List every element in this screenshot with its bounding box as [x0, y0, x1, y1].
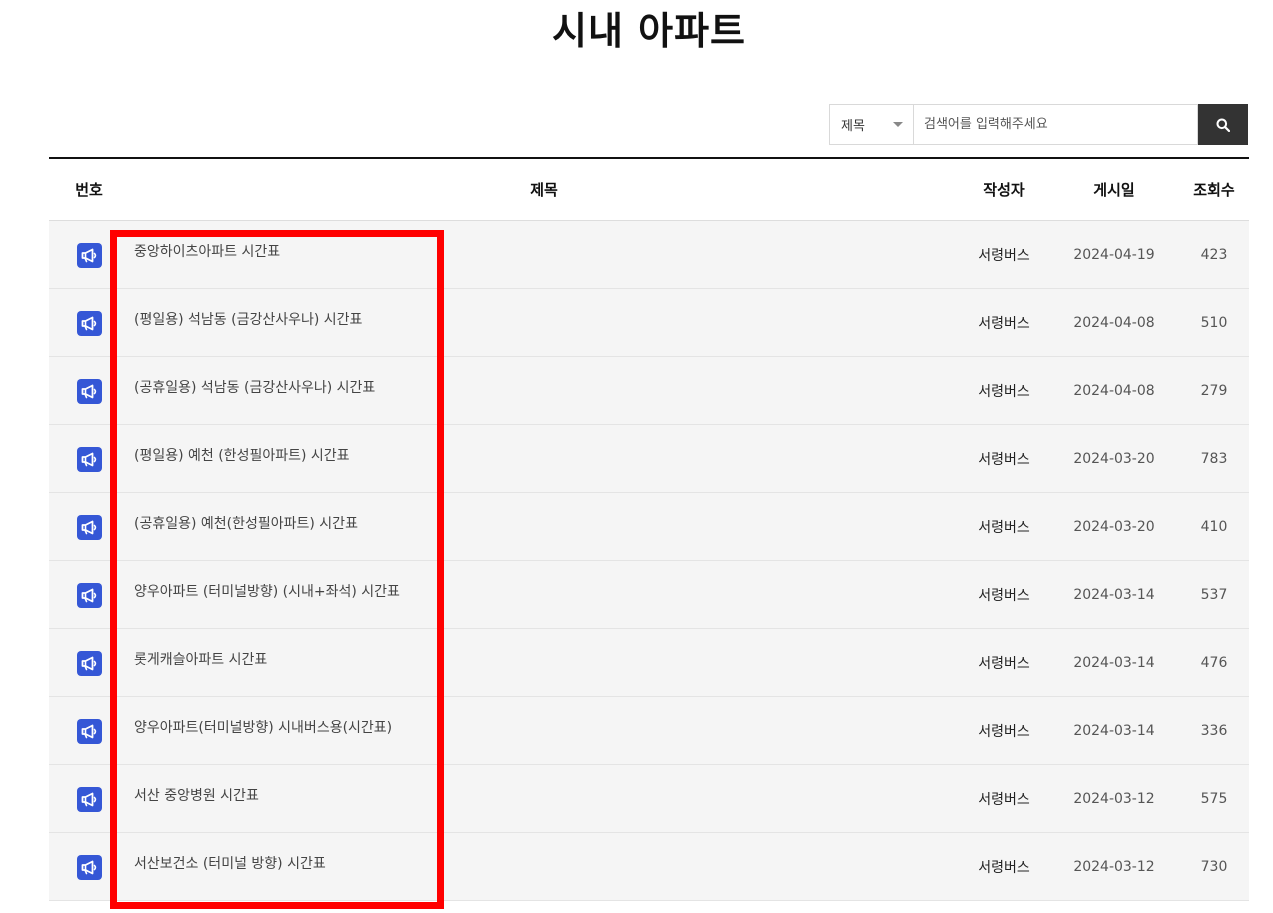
caret-down-icon [893, 122, 903, 127]
table-row: 롯게캐슬아파트 시간표 서령버스 2024-03-14 476 [49, 629, 1249, 697]
row-date: 2024-03-14 [1073, 722, 1155, 739]
search-input[interactable] [914, 104, 1198, 145]
table-row: 서산 중앙병원 시간표 서령버스 2024-03-12 575 [49, 765, 1249, 833]
notice-megaphone-icon [76, 379, 102, 404]
row-title-link[interactable]: 서산보건소 (터미널 방향) 시간표 [129, 833, 959, 900]
search-button[interactable] [1198, 104, 1248, 145]
row-title-link[interactable]: 롯게캐슬아파트 시간표 [129, 629, 959, 696]
row-date: 2024-04-19 [1073, 246, 1155, 263]
table-row: 양우아파트 (터미널방향) (시내+좌석) 시간표 서령버스 2024-03-1… [49, 561, 1249, 629]
table-row: (공휴일용) 석남동 (금강산사우나) 시간표 서령버스 2024-04-08 … [49, 357, 1249, 425]
row-author: 서령버스 [978, 723, 1030, 740]
megaphone-icon [81, 724, 96, 739]
row-views: 783 [1200, 450, 1228, 467]
board-table: 번호 제목 작성자 게시일 조회수 중앙하이츠아파트 시간표 서령버스 2024… [49, 157, 1249, 901]
row-date: 2024-04-08 [1073, 382, 1155, 399]
row-number-cell [49, 493, 129, 560]
row-title-link[interactable]: (평일용) 석남동 (금강산사우나) 시간표 [129, 289, 959, 356]
search-bar: 제목 [829, 104, 1248, 145]
row-date: 2024-03-12 [1073, 790, 1155, 807]
row-date: 2024-03-14 [1073, 586, 1155, 603]
megaphone-icon [81, 520, 96, 535]
notice-megaphone-icon [76, 787, 102, 812]
row-number-cell [49, 357, 129, 424]
row-title-link[interactable]: (공휴일용) 예천(한성필아파트) 시간표 [129, 493, 959, 560]
row-title-link[interactable]: 양우아파트(터미널방향) 시내버스용(시간표) [129, 697, 959, 764]
header-views: 조회수 [1193, 181, 1235, 199]
row-number-cell [49, 629, 129, 696]
table-row: (평일용) 석남동 (금강산사우나) 시간표 서령버스 2024-04-08 5… [49, 289, 1249, 357]
header-author: 작성자 [983, 181, 1025, 199]
row-number-cell [49, 425, 129, 492]
row-date: 2024-03-14 [1073, 654, 1155, 671]
row-title-link[interactable]: (공휴일용) 석남동 (금강산사우나) 시간표 [129, 357, 959, 424]
row-views: 279 [1200, 382, 1228, 399]
header-date: 게시일 [1093, 181, 1135, 199]
row-author: 서령버스 [978, 791, 1030, 808]
table-row: (공휴일용) 예천(한성필아파트) 시간표 서령버스 2024-03-20 41… [49, 493, 1249, 561]
row-title-link[interactable]: 서산 중앙병원 시간표 [129, 765, 959, 832]
row-title-link[interactable]: 중앙하이츠아파트 시간표 [129, 221, 959, 288]
row-author: 서령버스 [978, 451, 1030, 468]
table-row: 서산보건소 (터미널 방향) 시간표 서령버스 2024-03-12 730 [49, 833, 1249, 901]
row-date: 2024-04-08 [1073, 314, 1155, 331]
search-field-select[interactable]: 제목 [829, 104, 914, 145]
table-row: 중앙하이츠아파트 시간표 서령버스 2024-04-19 423 [49, 221, 1249, 289]
megaphone-icon [81, 656, 96, 671]
megaphone-icon [81, 248, 96, 263]
megaphone-icon [81, 792, 96, 807]
search-icon [1216, 118, 1230, 132]
megaphone-icon [81, 316, 96, 331]
row-author: 서령버스 [978, 383, 1030, 400]
row-number-cell [49, 561, 129, 628]
row-date: 2024-03-12 [1073, 858, 1155, 875]
row-number-cell [49, 765, 129, 832]
row-date: 2024-03-20 [1073, 518, 1155, 535]
row-author: 서령버스 [978, 655, 1030, 672]
row-author: 서령버스 [978, 315, 1030, 332]
row-title-link[interactable]: (평일용) 예천 (한성필아파트) 시간표 [129, 425, 959, 492]
megaphone-icon [81, 860, 96, 875]
table-body: 중앙하이츠아파트 시간표 서령버스 2024-04-19 423 (평일용) 석… [49, 221, 1249, 901]
row-views: 730 [1200, 858, 1228, 875]
table-header: 번호 제목 작성자 게시일 조회수 [49, 159, 1249, 221]
row-views: 336 [1200, 722, 1228, 739]
notice-megaphone-icon [76, 719, 102, 744]
notice-megaphone-icon [76, 447, 102, 472]
row-views: 510 [1200, 314, 1228, 331]
row-views: 575 [1200, 790, 1228, 807]
notice-megaphone-icon [76, 515, 102, 540]
row-number-cell [49, 221, 129, 288]
header-title: 제목 [530, 181, 558, 199]
page: 시내 아파트 제목 번호 제목 작성자 게시일 조회수 [0, 0, 1273, 913]
notice-megaphone-icon [76, 311, 102, 336]
search-field-select-value: 제목 [841, 119, 865, 134]
row-number-cell [49, 289, 129, 356]
row-date: 2024-03-20 [1073, 450, 1155, 467]
row-number-cell [49, 697, 129, 764]
row-views: 423 [1200, 246, 1228, 263]
row-author: 서령버스 [978, 519, 1030, 536]
row-views: 410 [1200, 518, 1228, 535]
row-title-link[interactable]: 양우아파트 (터미널방향) (시내+좌석) 시간표 [129, 561, 959, 628]
header-number: 번호 [75, 181, 103, 199]
megaphone-icon [81, 452, 96, 467]
row-views: 537 [1200, 586, 1228, 603]
notice-megaphone-icon [76, 243, 102, 268]
row-author: 서령버스 [978, 247, 1030, 264]
megaphone-icon [81, 384, 96, 399]
row-views: 476 [1200, 654, 1228, 671]
table-row: 양우아파트(터미널방향) 시내버스용(시간표) 서령버스 2024-03-14 … [49, 697, 1249, 765]
notice-megaphone-icon [76, 583, 102, 608]
notice-megaphone-icon [76, 651, 102, 676]
notice-megaphone-icon [76, 855, 102, 880]
row-number-cell [49, 833, 129, 900]
row-author: 서령버스 [978, 859, 1030, 876]
page-title: 시내 아파트 [551, 9, 747, 53]
table-row: (평일용) 예천 (한성필아파트) 시간표 서령버스 2024-03-20 78… [49, 425, 1249, 493]
row-author: 서령버스 [978, 587, 1030, 604]
megaphone-icon [81, 588, 96, 603]
